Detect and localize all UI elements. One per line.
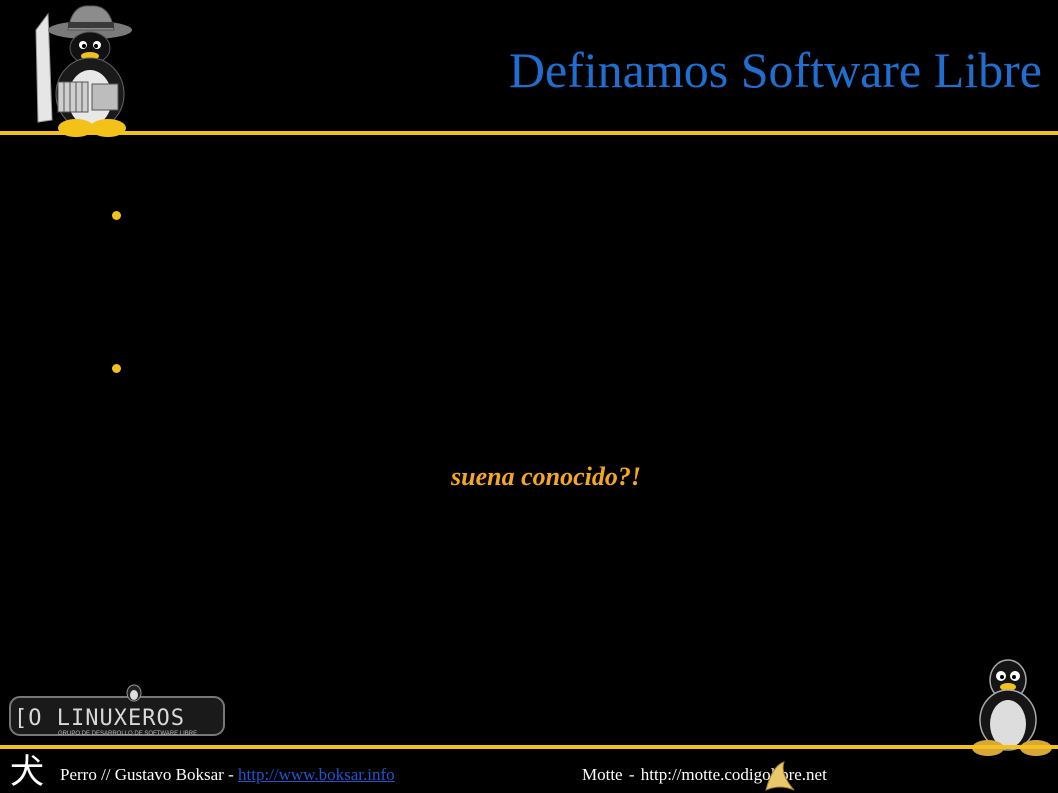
tagline: suena conocido?! [451, 462, 641, 491]
footer-credit-name: Motte [582, 765, 623, 784]
footer-credit-url: http://motte.codigolibre.net [640, 765, 827, 784]
dog-kanji-glyph: 犬 [10, 752, 44, 792]
banana-icon [765, 761, 795, 791]
logo-sub-text: GRUPO DE DESARROLLO DE SOFTWARE LIBRE [58, 731, 198, 737]
footer-author-prefix: Perro // Gustavo Boksar - [60, 765, 239, 784]
penguin-hat-icon [35, 5, 132, 137]
top-divider [0, 131, 1058, 135]
slide-title: Definamos Software Libre [508, 42, 1042, 98]
footer-author: Perro // Gustavo Boksar - http://www.bok… [60, 765, 395, 785]
footer-author-link[interactable]: http://www.boksar.info [238, 765, 395, 784]
footer-credit-separator: - [628, 765, 635, 784]
logo-brand-text: [O LINUXEROS [14, 706, 185, 731]
bottom-divider [0, 745, 1058, 749]
slide: Definamos Software Libre suena conocido?… [0, 0, 1058, 793]
bullet-1 [112, 211, 121, 220]
bullet-2 [112, 364, 121, 373]
